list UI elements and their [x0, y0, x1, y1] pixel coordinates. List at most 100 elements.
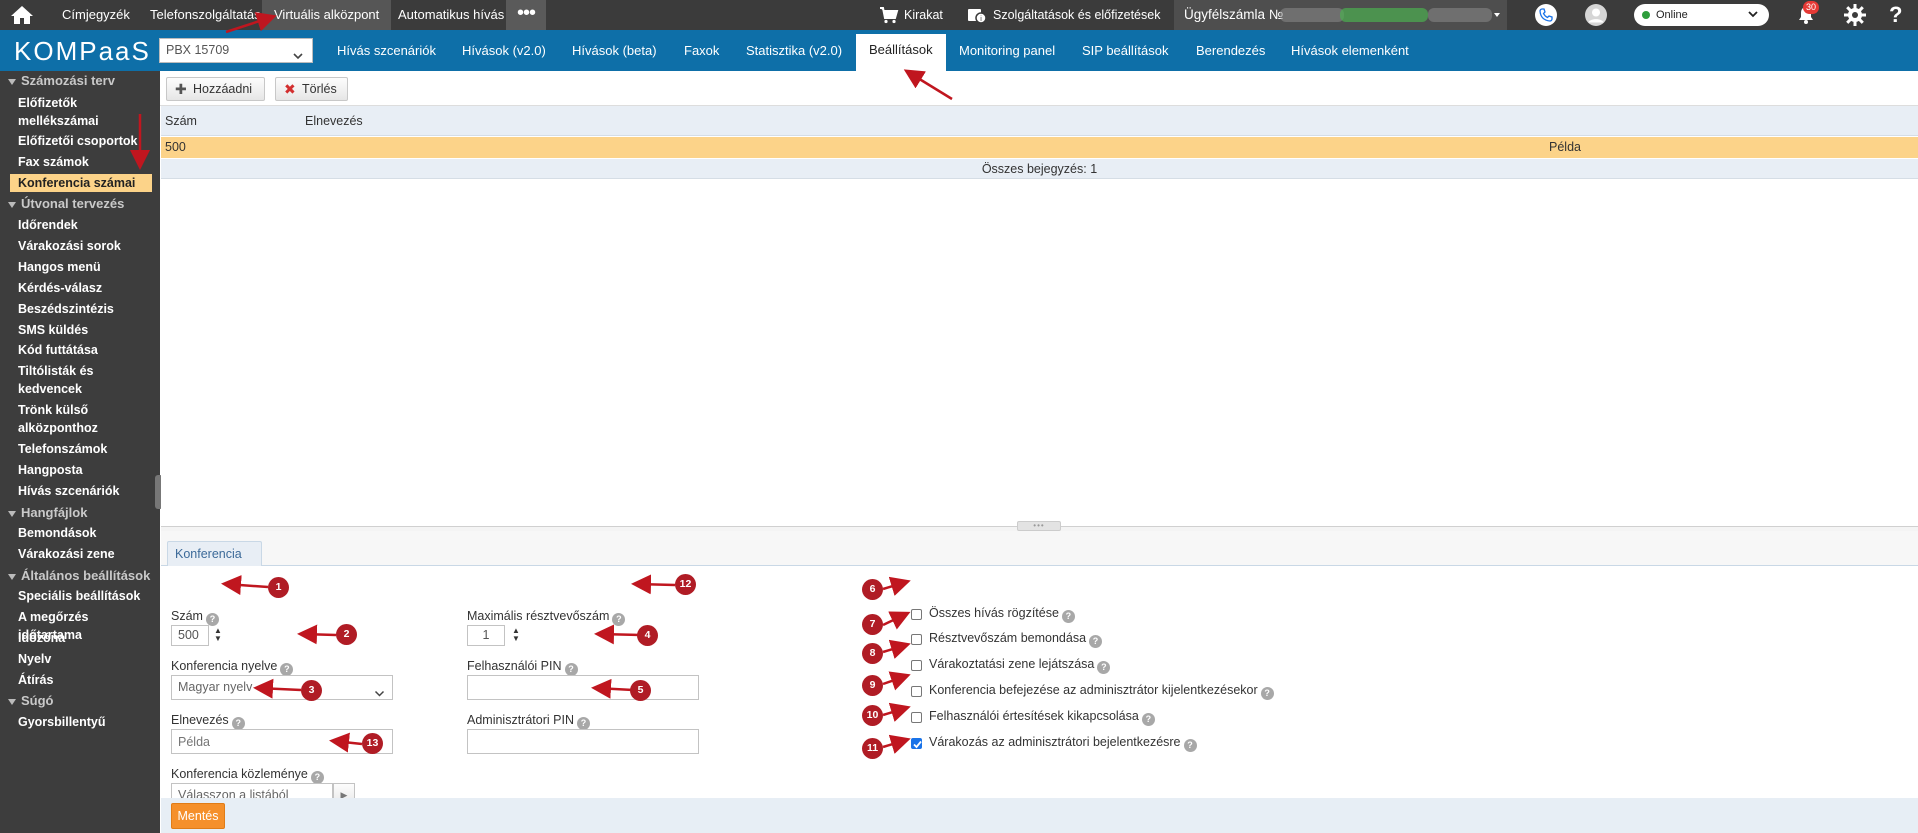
- column-header-name[interactable]: Elnevezés: [305, 106, 363, 136]
- help-icon[interactable]: ?: [1097, 661, 1111, 674]
- language-value: Magyar nyelv: [178, 680, 253, 694]
- sidebar-item-phone-numbers[interactable]: Telefonszámok: [10, 440, 152, 458]
- sidebar-item-speech-synthesis[interactable]: Beszédszintézis: [10, 300, 152, 318]
- number-label: Szám?: [171, 609, 219, 626]
- sidebar-item-call-scenarios[interactable]: Hívás szcenáriók: [10, 482, 152, 500]
- sidebar-group-general-settings[interactable]: Általános beállítások: [0, 566, 160, 586]
- topnav-virtual-pbx[interactable]: Virtuális alközpont: [262, 0, 392, 30]
- services-link[interactable]: Szolgáltatások és előfizetések: [993, 0, 1160, 30]
- record-all-calls-label[interactable]: Összes hívás rögzítése?: [929, 606, 1075, 623]
- pbx-select[interactable]: PBX 15709: [159, 38, 313, 63]
- tab-conference[interactable]: Konferencia: [167, 541, 262, 567]
- sidebar-item-fax-numbers[interactable]: Fax számok: [10, 153, 152, 171]
- record-all-calls-checkbox[interactable]: [911, 609, 922, 620]
- play-hold-music-checkbox[interactable]: [911, 660, 922, 671]
- tab-calls-v2[interactable]: Hívások (v2.0): [449, 30, 559, 71]
- number-stepper[interactable]: ▲ ▼: [213, 627, 223, 645]
- sidebar-item-subscriber-groups[interactable]: Előfizetői csoportok: [10, 132, 152, 150]
- disable-user-notifications-checkbox[interactable]: [911, 712, 922, 723]
- sidebar-item-schedules[interactable]: Időrendek: [10, 216, 152, 234]
- avatar[interactable]: [1585, 4, 1607, 29]
- end-on-admin-leave-checkbox[interactable]: [911, 686, 922, 697]
- collapse-triangle-icon: [8, 698, 16, 705]
- sidebar-item-queues[interactable]: Várakozási sorok: [10, 237, 152, 255]
- sidebar-item-voicemail[interactable]: Hangposta: [10, 461, 152, 479]
- topnav-contacts[interactable]: Címjegyzék: [50, 0, 142, 30]
- tab-statistics[interactable]: Statisztika (v2.0): [733, 30, 855, 71]
- sidebar-item-hotkeys[interactable]: Gyorsbillentyű: [10, 713, 152, 731]
- conference-form-panel: Konferencia Szám? 500 ▲ ▼ Konferencia nye…: [161, 531, 1918, 833]
- help-icon[interactable]: ?: [1183, 739, 1197, 752]
- help-icon[interactable]: ?: [612, 613, 626, 626]
- name-field[interactable]: [171, 729, 393, 754]
- save-button[interactable]: Mentés: [171, 803, 225, 829]
- help-icon[interactable]: ?: [1141, 713, 1155, 726]
- delete-button[interactable]: ✖ Törlés: [275, 77, 348, 101]
- help-icon[interactable]: ?: [1089, 635, 1103, 648]
- play-hold-music-label[interactable]: Várakoztatási zene lejátszása?: [929, 657, 1111, 674]
- topnav-telephony[interactable]: Telefonszolgáltatás: [138, 0, 273, 30]
- sidebar-item-voice-menu[interactable]: Hangos menü: [10, 258, 152, 276]
- tab-calls-itemized[interactable]: Hívások elemenként: [1278, 30, 1422, 71]
- account-selector[interactable]: Ügyfélszámla №: [1174, 0, 1507, 30]
- sidebar-item-conference-numbers[interactable]: Konferencia számai: [10, 174, 152, 192]
- account-label: Ügyfélszámla №: [1184, 7, 1284, 22]
- tab-settings[interactable]: Beállítások: [856, 34, 946, 71]
- sidebar-item-question-answer[interactable]: Kérdés-válasz: [10, 279, 152, 297]
- announce-participants-label[interactable]: Résztvevőszám bemondása?: [929, 631, 1103, 648]
- number-field[interactable]: 500: [171, 625, 209, 646]
- wait-for-admin-label[interactable]: Várakozás az adminisztrátori bejelentkez…: [929, 735, 1197, 752]
- table-row[interactable]: 500 Példa: [161, 137, 1918, 158]
- sidebar-group-help[interactable]: Súgó: [0, 691, 160, 711]
- admin-pin-field[interactable]: [467, 729, 699, 754]
- user-pin-field[interactable]: [467, 675, 699, 700]
- announce-participants-checkbox[interactable]: [911, 634, 922, 645]
- tab-calls-beta[interactable]: Hívások (beta): [559, 30, 670, 71]
- max-participants-stepper[interactable]: ▲ ▼: [511, 627, 521, 645]
- add-button[interactable]: ✚ Hozzáadni: [166, 77, 265, 101]
- max-participants-field[interactable]: 1: [467, 625, 505, 646]
- sidebar-item-transcription[interactable]: Átírás: [10, 671, 152, 689]
- home-icon[interactable]: [8, 4, 36, 26]
- column-header-number[interactable]: Szám: [165, 106, 197, 136]
- kompaas-logo[interactable]: KOMPaaS: [14, 36, 151, 66]
- row-number-cell: 500: [165, 140, 186, 154]
- tab-faxes[interactable]: Faxok: [671, 30, 732, 71]
- sidebar-group-sound-files[interactable]: Hangfájlok: [0, 503, 160, 523]
- phone-icon[interactable]: [1534, 3, 1558, 30]
- sidebar-item-subscriber-extensions[interactable]: Előfizetők mellékszámai: [10, 94, 152, 130]
- tab-call-scenarios[interactable]: Hívás szcenáriók: [324, 30, 449, 71]
- help-icon[interactable]: ?: [1889, 0, 1902, 30]
- sidebar-item-blocklists[interactable]: Tiltólisták és kedvencek: [10, 362, 152, 398]
- annotation-badge: 1: [268, 577, 289, 598]
- sidebar-item-run-code[interactable]: Kód futtátása: [10, 341, 152, 359]
- sidebar-item-sms-sending[interactable]: SMS küldés: [10, 321, 152, 339]
- end-on-admin-leave-label[interactable]: Konferencia befejezése az adminisztrátor…: [929, 683, 1274, 700]
- gear-icon[interactable]: [1843, 3, 1867, 30]
- topnav-auto-call[interactable]: Automatikus hívás: [386, 0, 516, 30]
- help-icon[interactable]: ?: [1260, 687, 1274, 700]
- services-icon[interactable]: i: [967, 6, 987, 27]
- tab-sip-settings[interactable]: SIP beállítások: [1069, 30, 1181, 71]
- wait-for-admin-checkbox[interactable]: [911, 738, 922, 749]
- sidebar-item-trunk[interactable]: Trönk külső alközponthoz: [10, 401, 152, 437]
- sidebar-item-timezone[interactable]: Időzóna: [10, 629, 152, 647]
- sidebar-item-announcements[interactable]: Bemondások: [10, 524, 152, 542]
- sidebar-item-language[interactable]: Nyelv: [10, 650, 152, 668]
- sidebar-item-special-settings[interactable]: Speciális beállítások: [10, 587, 152, 605]
- annotation-badge: 9: [862, 675, 883, 696]
- sidebar-group-numbering[interactable]: Számozási terv: [0, 71, 160, 91]
- disable-user-notifications-label[interactable]: Felhasználói értesítések kikapcsolása?: [929, 709, 1155, 726]
- conference-numbers-table: Szám Elnevezés 500 Példa Összes bejegyzé…: [161, 106, 1918, 526]
- status-select[interactable]: Online: [1634, 4, 1769, 26]
- tab-equipment[interactable]: Berendezés: [1183, 30, 1278, 71]
- language-select[interactable]: Magyar nyelv: [171, 675, 393, 700]
- tab-monitoring-panel[interactable]: Monitoring panel: [946, 30, 1068, 71]
- more-menu-button[interactable]: •••: [506, 0, 546, 30]
- cart-icon[interactable]: [879, 6, 899, 27]
- sidebar-item-hold-music[interactable]: Várakozási zene: [10, 545, 152, 563]
- help-icon[interactable]: ?: [1061, 610, 1075, 623]
- sidebar-group-routing[interactable]: Útvonal tervezés: [0, 194, 160, 214]
- splitter-handle[interactable]: •••: [1017, 521, 1061, 531]
- showcase-link[interactable]: Kirakat: [904, 0, 943, 30]
